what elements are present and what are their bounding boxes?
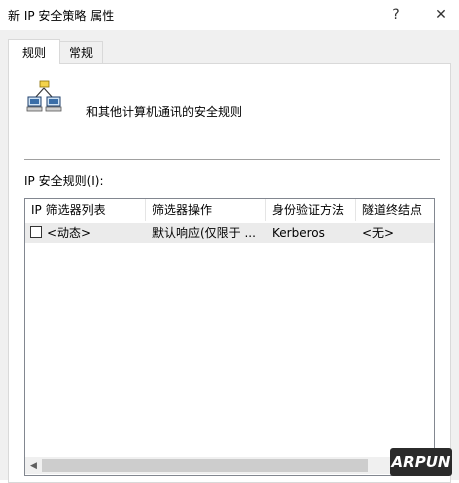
rules-list-label: IP 安全规则(I):: [24, 174, 104, 188]
rule-tunnel-endpoint: <无>: [362, 226, 395, 240]
close-icon: ✕: [435, 7, 447, 23]
rule-checkbox[interactable]: [30, 226, 42, 238]
help-button[interactable]: ?: [378, 0, 414, 30]
help-icon: ?: [392, 7, 400, 23]
rule-filter-action: 默认响应(仅限于 ...: [152, 226, 256, 240]
tab-general[interactable]: 常规: [59, 41, 103, 63]
separator-line: [24, 159, 440, 160]
tab-rules-label: 规则: [21, 45, 46, 60]
scroll-left-arrow-icon[interactable]: ◀: [25, 457, 42, 474]
rule-filter-list: <动态>: [47, 226, 92, 240]
network-computers-icon: [26, 80, 62, 112]
horizontal-scrollbar[interactable]: ◀ ▶: [25, 457, 434, 474]
close-button[interactable]: ✕: [423, 0, 459, 30]
rules-list[interactable]: IP 筛选器列表 筛选器操作 身份验证方法 隧道终结点 <动态> 默认响应(仅限…: [24, 198, 435, 476]
column-header-tunnel-endpoint[interactable]: 隧道终结点: [356, 199, 434, 221]
rules-list-header: IP 筛选器列表 筛选器操作 身份验证方法 隧道终结点: [25, 199, 434, 221]
dialog-body: 规则 常规 和其他计算机通讯的安全规则 IP 安全规则(I): IP 筛选器列表…: [0, 30, 459, 483]
scroll-thumb[interactable]: [42, 459, 368, 472]
rules-heading: 和其他计算机通讯的安全规则: [86, 105, 243, 119]
window-title: 新 IP 安全策略 属性: [8, 9, 115, 23]
tab-general-label: 常规: [68, 46, 93, 60]
rule-auth-method: Kerberos: [272, 226, 325, 240]
column-header-auth-method[interactable]: 身份验证方法: [266, 199, 356, 221]
column-header-filter-action[interactable]: 筛选器操作: [146, 199, 266, 221]
watermark-logo: ARPUN: [390, 448, 452, 476]
title-bar: 新 IP 安全策略 属性 ? ✕: [0, 0, 459, 30]
column-header-filter-list[interactable]: IP 筛选器列表: [25, 199, 146, 221]
rule-row[interactable]: <动态> 默认响应(仅限于 ... Kerberos <无>: [25, 223, 434, 243]
tab-rules[interactable]: 规则: [8, 39, 60, 64]
